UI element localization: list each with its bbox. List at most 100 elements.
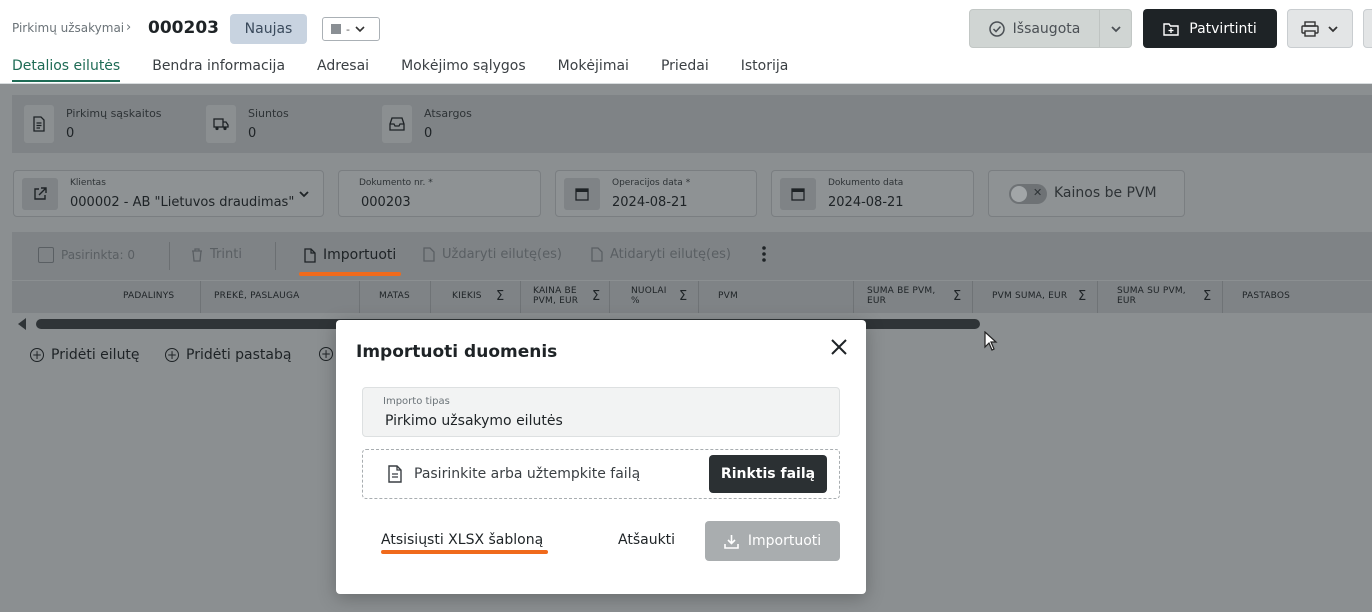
document-number-label: Dokumento nr. * xyxy=(359,178,433,188)
document-date-field[interactable]: Dokumento data 2024-08-21 xyxy=(771,170,974,217)
calendar-icon[interactable] xyxy=(780,178,816,210)
tab-payment-terms[interactable]: Mokėjimo sąlygos xyxy=(401,58,526,82)
summary-strip: Pirkimų sąskaitos 0 Siuntos 0 Atsargos 0 xyxy=(12,95,1372,153)
document-number-field[interactable]: Dokumento nr. * 000203 xyxy=(338,170,541,217)
scroll-left-arrow[interactable] xyxy=(18,318,26,330)
confirm-label: Patvirtinti xyxy=(1189,20,1257,37)
vat-toggle[interactable]: ✕ xyxy=(1009,184,1047,204)
import-label: Importuoti xyxy=(323,247,397,263)
confirm-button[interactable]: Patvirtinti xyxy=(1143,9,1277,48)
column-header[interactable]: SUMA BE PVM, EUR xyxy=(867,286,935,306)
more-actions-icon[interactable] xyxy=(762,246,766,262)
saved-dropdown-toggle[interactable] xyxy=(1100,25,1131,33)
client-value: 000002 - AB "Lietuvos draudimas" xyxy=(70,195,294,210)
client-label: Klientas xyxy=(70,178,106,188)
cancel-button[interactable]: Atšaukti xyxy=(618,532,675,548)
download-template-link[interactable]: Atsisiųsti XLSX šabloną xyxy=(381,532,543,548)
summary-value: 0 xyxy=(66,126,75,141)
open-lines-button[interactable]: Atidaryti eilutę(es) xyxy=(591,247,731,262)
import-dialog: Importuoti duomenis Importo tipas Pirkim… xyxy=(336,320,866,594)
sum-icon[interactable]: Σ xyxy=(1203,289,1211,304)
sum-icon[interactable]: Σ xyxy=(953,289,961,304)
chevron-down-icon xyxy=(299,191,309,198)
column-header[interactable]: SUMA SU PVM, EUR xyxy=(1117,286,1186,306)
column-header[interactable]: KIEKIS xyxy=(452,291,482,301)
column-header[interactable]: PVM SUMA, EUR xyxy=(992,291,1067,301)
calendar-icon[interactable] xyxy=(564,178,600,210)
color-select[interactable]: - xyxy=(322,17,380,41)
tab-details[interactable]: Detalios eilutės xyxy=(12,58,121,82)
chevron-down-icon xyxy=(355,26,365,33)
delete-button[interactable]: Trinti xyxy=(191,247,242,262)
import-submit-label: Importuoti xyxy=(747,533,822,549)
check-circle-icon xyxy=(988,20,1005,37)
plus-circle-icon: + xyxy=(30,348,44,362)
summary-label: Pirkimų sąskaitos xyxy=(66,107,162,120)
add-note-button[interactable]: + Pridėti pastabą xyxy=(165,347,291,363)
add-line-label: Pridėti eilutę xyxy=(51,347,140,363)
status-badge: Naujas xyxy=(230,14,307,44)
page-title: 000203 xyxy=(148,18,219,38)
column-header[interactable]: NUOLAI% xyxy=(631,286,667,306)
import-submit-button[interactable]: Importuoti xyxy=(705,521,840,561)
print-button[interactable] xyxy=(1287,9,1353,48)
summary-stock[interactable]: Atsargos 0 xyxy=(382,105,472,143)
tab-payments[interactable]: Mokėjimai xyxy=(558,58,629,82)
open-lines-label: Atidaryti eilutę(es) xyxy=(610,247,731,262)
selected-count: Pasirinkta: 0 xyxy=(61,248,136,262)
column-header[interactable]: PVM xyxy=(718,291,738,301)
chevron-down-icon xyxy=(1328,25,1338,32)
breadcrumb[interactable]: Pirkimų užsakymai xyxy=(12,21,124,35)
summary-value: 0 xyxy=(248,126,257,141)
sum-icon[interactable]: Σ xyxy=(592,289,600,304)
operation-date-label: Operacijos data * xyxy=(612,178,691,188)
file-lock-icon xyxy=(423,247,435,262)
select-all-checkbox[interactable]: Pasirinkta: 0 xyxy=(38,247,135,263)
add-line-button[interactable]: + Pridėti eilutę xyxy=(30,347,140,363)
column-header[interactable]: PASTABOS xyxy=(1242,291,1290,301)
tab-general[interactable]: Bendra informacija xyxy=(152,58,285,82)
dropzone-text: Pasirinkite arba užtempkite failą xyxy=(414,466,641,482)
vat-toggle-label: Kainos be PVM xyxy=(1054,185,1157,201)
close-icon[interactable] xyxy=(829,337,849,357)
column-header[interactable]: PREKĖ, PASLAUGA xyxy=(214,291,300,301)
file-dropzone[interactable]: Pasirinkite arba užtempkite failą Rinkti… xyxy=(362,449,840,499)
sum-icon[interactable]: Σ xyxy=(679,289,687,304)
document-date-value: 2024-08-21 xyxy=(828,195,904,210)
chevron-down-icon xyxy=(1110,25,1121,32)
trash-icon xyxy=(192,247,202,262)
plus-circle-icon: + xyxy=(165,348,179,362)
client-field[interactable]: Klientas 000002 - AB "Lietuvos draudimas… xyxy=(13,170,324,217)
download-icon xyxy=(724,534,739,549)
external-link-icon[interactable] xyxy=(22,178,58,210)
close-lines-button[interactable]: Uždaryti eilutę(es) xyxy=(423,247,562,262)
folder-icon xyxy=(1163,22,1179,36)
column-header[interactable]: MATAS xyxy=(379,291,410,301)
column-header[interactable]: PADALINYS xyxy=(123,291,174,301)
tab-attachments[interactable]: Priedai xyxy=(661,58,709,82)
tab-bar: Detalios eilutės Bendra informacija Adre… xyxy=(12,58,820,82)
summary-purchase-invoices[interactable]: Pirkimų sąskaitos 0 xyxy=(24,105,162,143)
sum-icon[interactable]: Σ xyxy=(496,289,504,304)
operation-date-field[interactable]: Operacijos data * 2024-08-21 xyxy=(555,170,757,217)
tab-addresses[interactable]: Adresai xyxy=(317,58,369,82)
import-type-select[interactable]: Importo tipas Pirkimo užsakymo eilutės xyxy=(362,387,840,437)
add-note-label: Pridėti pastabą xyxy=(186,347,292,363)
document-icon xyxy=(24,105,54,143)
column-header[interactable]: KAINA BE PVM, EUR xyxy=(533,286,578,306)
prices-without-vat-toggle-field: ✕ Kainos be PVM xyxy=(988,170,1185,217)
add-more-button[interactable]: + xyxy=(319,347,333,361)
inbox-icon xyxy=(382,105,412,143)
saved-label: Išsaugota xyxy=(1012,20,1081,37)
tab-history[interactable]: Istorija xyxy=(741,58,789,82)
import-button[interactable]: Importuoti xyxy=(304,247,396,263)
import-highlight-underline xyxy=(299,272,401,276)
import-type-label: Importo tipas xyxy=(383,396,450,407)
choose-file-button[interactable]: Rinktis failą xyxy=(709,455,827,493)
sum-icon[interactable]: Σ xyxy=(1078,289,1086,304)
more-button[interactable] xyxy=(1363,9,1372,48)
file-icon xyxy=(388,465,402,483)
summary-value: 0 xyxy=(424,126,433,141)
saved-button[interactable]: Išsaugota xyxy=(970,10,1100,47)
summary-shipments[interactable]: Siuntos 0 xyxy=(206,105,289,143)
